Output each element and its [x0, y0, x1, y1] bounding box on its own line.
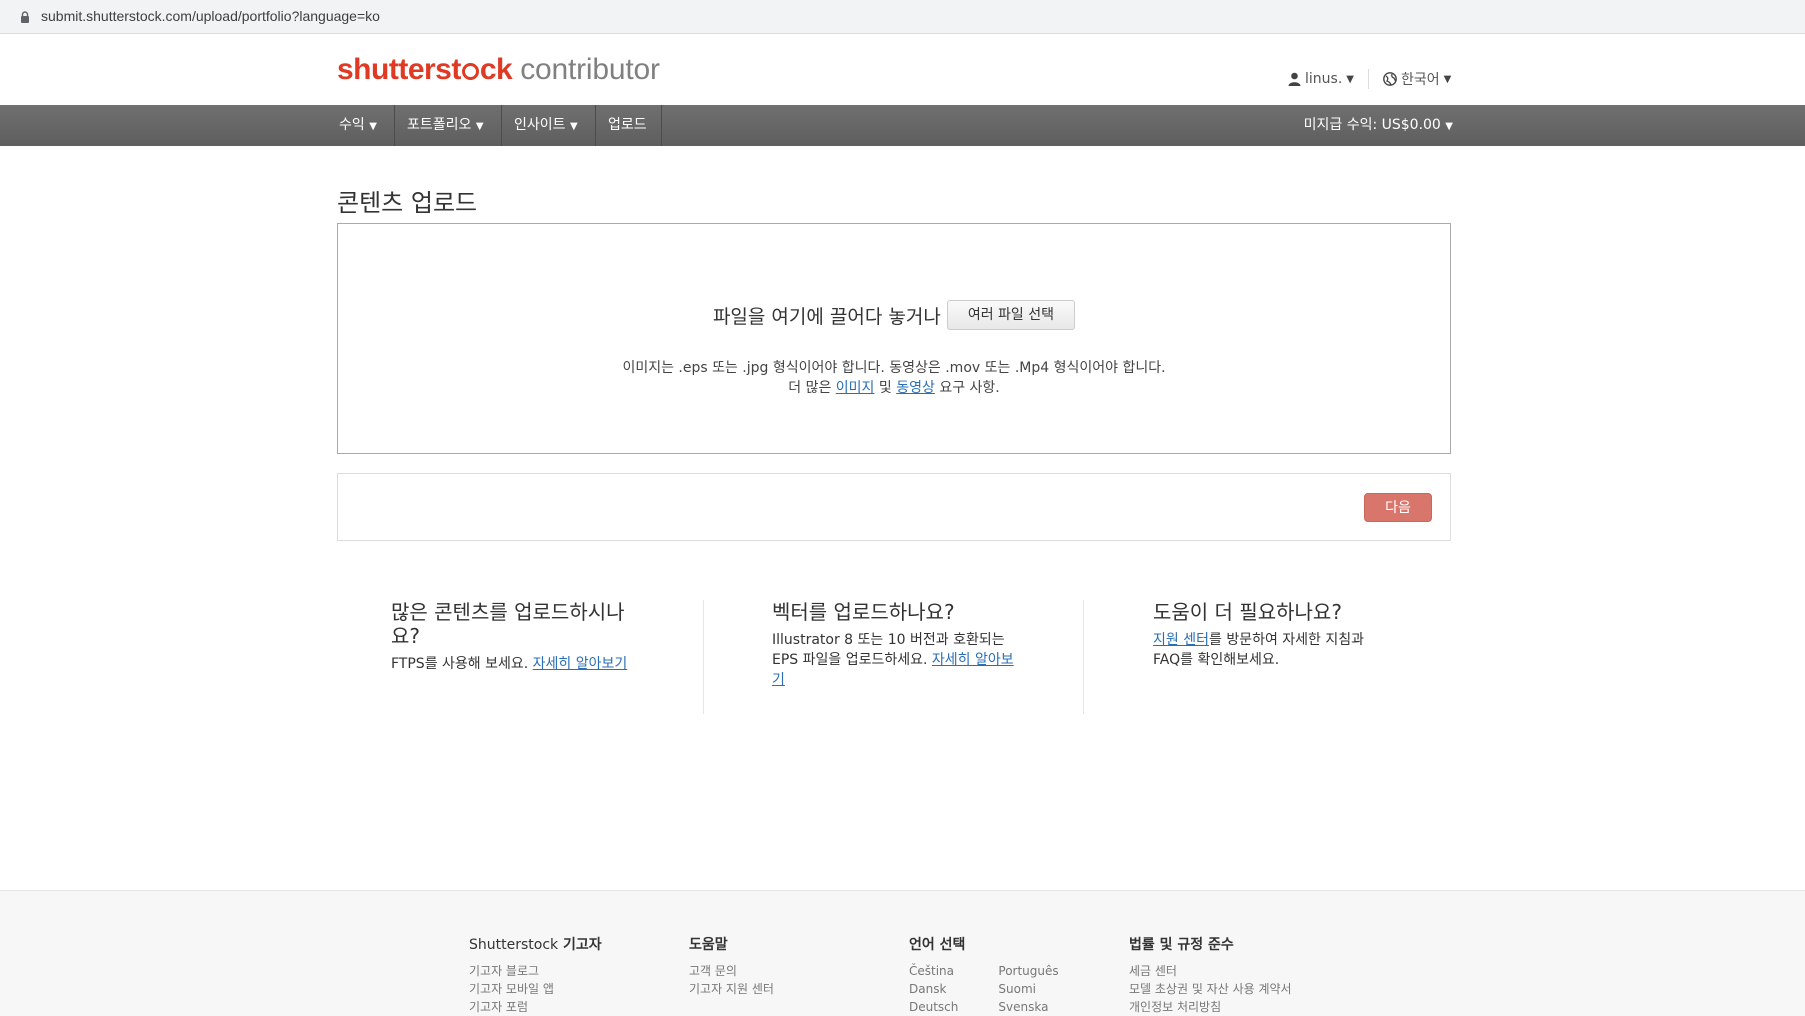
more-requirements: 더 많은 이미지 및 동영상 요구 사항.: [338, 377, 1450, 397]
info-help: 도움이 더 필요하나요? 지원 센터를 방문하여 자세한 지침과 FAQ를 확인…: [1153, 600, 1393, 714]
language-label: 한국어: [1400, 72, 1440, 88]
info-title: 도움이 더 필요하나요?: [1153, 600, 1342, 624]
chevron-down-icon: ▼: [1443, 73, 1452, 85]
footer-link[interactable]: 세금 센터: [1129, 962, 1292, 980]
language-link[interactable]: Suomi: [998, 980, 1058, 998]
language-link[interactable]: Deutsch: [909, 998, 958, 1016]
file-drop-zone[interactable]: 파일을 여기에 끌어다 놓거나 여러 파일 선택 이미지는 .eps 또는 .j…: [337, 223, 1451, 454]
next-button[interactable]: 다음: [1364, 493, 1432, 522]
req-and: 및: [878, 380, 892, 396]
user-dropdown[interactable]: linus. ▼: [1288, 71, 1354, 87]
language-link[interactable]: Dansk: [909, 980, 958, 998]
nav-item-portfolio[interactable]: 포트폴리오 ▼: [395, 105, 496, 146]
language-list: Čeština Dansk Deutsch Português Suomi Sv…: [909, 962, 1059, 1016]
footer-title: 도움말: [689, 937, 728, 953]
unpaid-earnings-dropdown[interactable]: 미지급 수익: US$0.00 ▼: [1304, 105, 1453, 146]
nav-item-label: 업로드: [608, 117, 647, 133]
language-col-1: Čeština Dansk Deutsch: [909, 962, 958, 1016]
page-title: 콘텐츠 업로드: [337, 189, 478, 217]
lock-icon: [21, 11, 29, 23]
footer-link[interactable]: 고객 문의: [689, 962, 774, 980]
info-text-body: FTPS를 사용해 보세요.: [391, 656, 529, 672]
chevron-down-icon: ▼: [369, 121, 377, 132]
chevron-down-icon: ▼: [1346, 73, 1354, 85]
info-vector-upload: 벡터를 업로드하나요? Illustrator 8 또는 10 버전과 호환되는…: [772, 600, 1022, 714]
address-bar[interactable]: submit.shutterstock.com/upload/portfolio…: [0, 0, 1805, 34]
nav-item-label: 수익: [339, 117, 365, 133]
logo[interactable]: shutterst ck contributor: [337, 52, 660, 88]
nav-item-insights[interactable]: 인사이트 ▼: [502, 105, 590, 146]
logo-sub: contributor: [520, 53, 660, 86]
file-requirements-text: 이미지는 .eps 또는 .jpg 형식이어야 합니다. 동영상은 .mov 또…: [622, 360, 1166, 376]
main-nav: 수익 ▼ 포트폴리오 ▼ 인사이트 ▼ 업로드 미지급 수익: US$0.00 …: [0, 105, 1805, 146]
language-dropdown[interactable]: 한국어 ▼: [1383, 69, 1451, 89]
user-menu: linus. ▼ 한국어 ▼: [1288, 68, 1451, 90]
footer-title-rest: 기고자: [563, 937, 602, 953]
footer-link[interactable]: 기고자 포럼: [469, 998, 602, 1016]
support-center-link[interactable]: 지원 센터: [1153, 632, 1209, 648]
site-header: shutterst ck contributor linus. ▼ 한국어 ▼: [0, 34, 1805, 105]
footer-col-contributor: Shutterstock 기고자 기고자 블로그 기고자 모바일 앱 기고자 포…: [469, 934, 602, 1016]
footer-col-help: 도움말 고객 문의 기고자 지원 센터: [689, 934, 774, 998]
footer-title-brand: Shutterstock: [469, 937, 559, 953]
learn-more-ftps-link[interactable]: 자세히 알아보기: [533, 656, 628, 672]
video-requirements-link[interactable]: 동영상: [896, 380, 935, 396]
column-divider: [1083, 600, 1084, 714]
info-text: FTPS를 사용해 보세요. 자세히 알아보기: [391, 654, 641, 674]
language-link[interactable]: Português: [998, 962, 1058, 980]
language-col-2: Português Suomi Svenska: [998, 962, 1058, 1016]
image-requirements-link[interactable]: 이미지: [836, 380, 875, 396]
column-divider: [703, 600, 704, 714]
logo-brand-part2: ck: [479, 53, 513, 86]
info-text: Illustrator 8 또는 10 버전과 호환되는 EPS 파일을 업로드…: [772, 630, 1022, 690]
logo-brand-part1: shutterst: [337, 53, 461, 86]
footer-title: 법률 및 규정 준수: [1129, 937, 1234, 953]
req-prefix: 더 많은: [788, 380, 832, 396]
chevron-down-icon: ▼: [569, 121, 578, 132]
nav-item-label: 포트폴리오: [407, 117, 472, 133]
globe-icon: [1383, 72, 1397, 86]
footer-title: 언어 선택: [909, 937, 966, 953]
nav-divider: [661, 105, 662, 146]
nav-item-upload[interactable]: 업로드: [596, 105, 659, 146]
footer-col-legal: 법률 및 규정 준수 세금 센터 모델 초상권 및 자산 사용 계약서 개인정보…: [1129, 934, 1292, 1016]
info-text: 지원 센터를 방문하여 자세한 지침과 FAQ를 확인해보세요.: [1153, 630, 1393, 670]
drop-line: 파일을 여기에 끌어다 놓거나 여러 파일 선택: [338, 300, 1450, 330]
site-footer: Shutterstock 기고자 기고자 블로그 기고자 모바일 앱 기고자 포…: [0, 890, 1805, 1016]
nav-item-earnings[interactable]: 수익 ▼: [327, 105, 389, 146]
footer-link[interactable]: 기고자 모바일 앱: [469, 980, 602, 998]
info-title: 많은 콘텐츠를 업로드하시나요?: [391, 600, 625, 648]
header-divider: [1367, 69, 1369, 89]
upload-action-bar: 다음: [337, 473, 1451, 541]
req-suffix: 요구 사항.: [939, 380, 1000, 396]
footer-title: Shutterstock 기고자: [469, 934, 602, 954]
language-link[interactable]: Čeština: [909, 962, 958, 980]
info-title: 벡터를 업로드하나요?: [772, 600, 955, 624]
select-files-button[interactable]: 여러 파일 선택: [946, 300, 1076, 330]
chevron-down-icon: ▼: [475, 121, 484, 132]
user-icon: [1288, 72, 1301, 86]
logo-o-icon: [461, 63, 479, 80]
url-text[interactable]: submit.shutterstock.com/upload/portfolio…: [41, 8, 380, 24]
unpaid-earnings-label: 미지급 수익: US$0.00: [1303, 117, 1441, 133]
nav-item-label: 인사이트: [514, 117, 566, 133]
footer-link[interactable]: 모델 초상권 및 자산 사용 계약서: [1129, 980, 1292, 998]
footer-col-language: 언어 선택 Čeština Dansk Deutsch Português Su…: [909, 934, 1059, 1016]
drop-text: 파일을 여기에 끌어다 놓거나: [712, 305, 941, 328]
footer-link[interactable]: 기고자 블로그: [469, 962, 602, 980]
footer-link[interactable]: 기고자 지원 센터: [689, 980, 774, 998]
chevron-down-icon: ▼: [1445, 121, 1453, 132]
footer-link[interactable]: 개인정보 처리방침: [1129, 998, 1292, 1016]
info-bulk-upload: 많은 콘텐츠를 업로드하시나요? FTPS를 사용해 보세요. 자세히 알아보기: [391, 600, 641, 714]
language-link[interactable]: Svenska: [998, 998, 1058, 1016]
user-name: linus.: [1305, 71, 1343, 87]
